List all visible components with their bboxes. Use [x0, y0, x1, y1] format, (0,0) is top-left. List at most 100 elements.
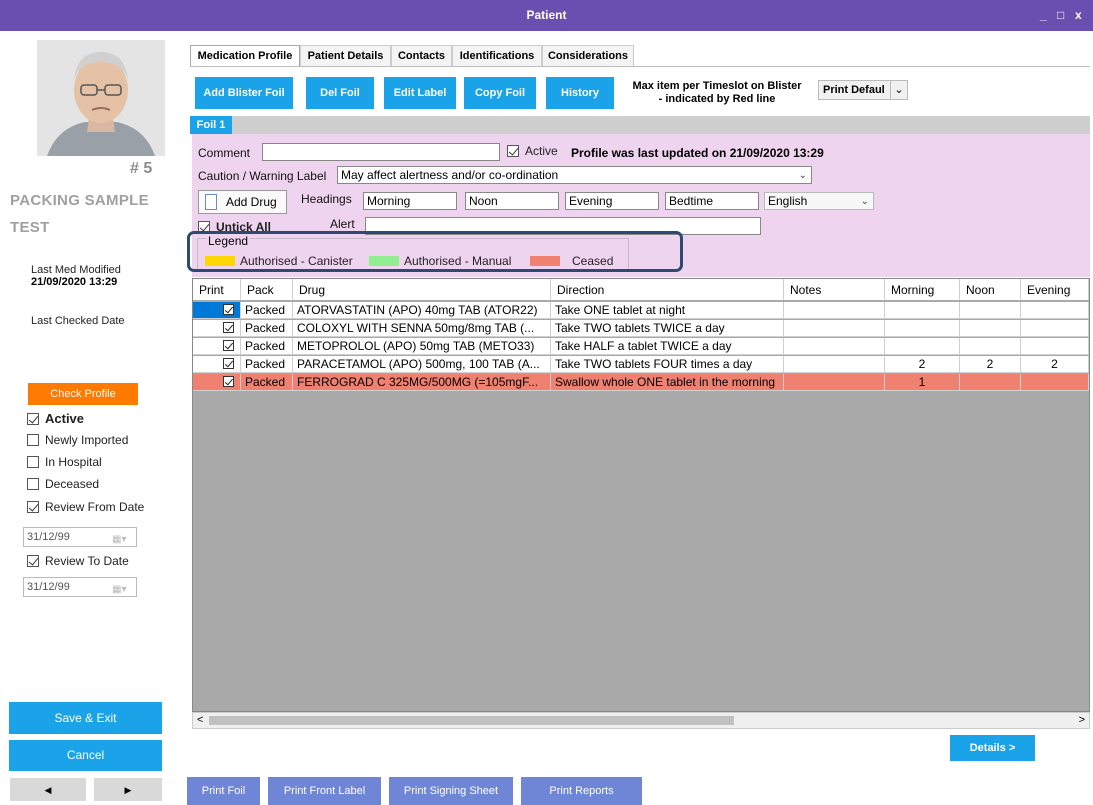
- noon-cell: [960, 320, 1021, 336]
- table-row[interactable]: Packed COLOXYL WITH SENNA 50mg/8mg TAB (…: [193, 320, 1089, 337]
- print-foil-button[interactable]: Print Foil: [187, 777, 260, 805]
- comment-input[interactable]: [262, 143, 500, 161]
- calendar-icon[interactable]: ▦▾: [112, 581, 130, 595]
- tab-considerations[interactable]: Considerations: [542, 45, 634, 66]
- comment-label: Comment: [198, 146, 251, 160]
- pack-cell: Packed: [241, 356, 293, 372]
- print-default-dropdown[interactable]: Print Defaul ⌄: [818, 80, 908, 100]
- profile-updated-text: Profile was last updated on 21/09/2020 1…: [571, 146, 824, 160]
- close-button[interactable]: x: [1075, 8, 1082, 22]
- pack-cell: Packed: [241, 320, 293, 336]
- language-dropdown[interactable]: English ⌄: [764, 192, 874, 210]
- scrollbar-thumb[interactable]: [209, 716, 734, 725]
- heading-bedtime-input[interactable]: Bedtime: [665, 192, 759, 210]
- history-button[interactable]: History: [546, 77, 614, 109]
- tab-identifications[interactable]: Identifications: [452, 45, 542, 66]
- horizontal-scrollbar[interactable]: < >: [192, 712, 1090, 729]
- tab-patient-details[interactable]: Patient Details: [300, 45, 391, 66]
- previous-patient-button[interactable]: ◀: [10, 778, 86, 801]
- tab-foil-1[interactable]: Foil 1: [190, 116, 232, 134]
- heading-noon-input[interactable]: Noon: [465, 192, 559, 210]
- tab-divider: [190, 66, 1090, 67]
- add-blister-foil-button[interactable]: Add Blister Foil: [195, 77, 293, 109]
- drug-cell: COLOXYL WITH SENNA 50mg/8mg TAB (...: [293, 320, 551, 336]
- foil-active-checkbox[interactable]: Active: [507, 144, 558, 158]
- direction-cell: Swallow whole ONE tablet in the morning: [551, 374, 784, 390]
- column-header-pack[interactable]: Pack: [241, 279, 293, 300]
- scroll-left-icon[interactable]: <: [197, 714, 203, 726]
- print-checkbox[interactable]: [193, 320, 241, 336]
- notes-cell: [784, 320, 885, 336]
- cancel-button[interactable]: Cancel: [9, 740, 162, 771]
- scroll-right-icon[interactable]: >: [1079, 714, 1085, 726]
- print-checkbox[interactable]: [193, 356, 241, 372]
- print-checkbox[interactable]: [193, 338, 241, 354]
- tab-contacts[interactable]: Contacts: [391, 45, 452, 66]
- del-foil-button[interactable]: Del Foil: [306, 77, 374, 109]
- patient-name-line1: PACKING SAMPLE: [10, 192, 149, 209]
- print-signing-sheet-button[interactable]: Print Signing Sheet: [389, 777, 513, 805]
- column-header-notes[interactable]: Notes: [784, 279, 885, 300]
- table-row-ceased[interactable]: Packed FERROGRAD C 325MG/500MG (=105mgF.…: [193, 374, 1089, 391]
- notes-cell: [784, 302, 885, 318]
- column-header-evening[interactable]: Evening: [1021, 279, 1089, 300]
- minimize-button[interactable]: _: [1040, 8, 1047, 22]
- notes-cell: [784, 338, 885, 354]
- edit-label-button[interactable]: Edit Label: [384, 77, 456, 109]
- column-header-morning[interactable]: Morning: [885, 279, 960, 300]
- evening-cell: [1021, 302, 1089, 318]
- column-header-print[interactable]: Print: [193, 279, 241, 300]
- morning-cell: [885, 338, 960, 354]
- arrow-left-icon: ◀: [44, 785, 52, 795]
- pack-cell: Packed: [241, 302, 293, 318]
- column-header-direction[interactable]: Direction: [551, 279, 784, 300]
- pack-cell: Packed: [241, 338, 293, 354]
- chevron-down-icon: ⌄: [860, 196, 869, 207]
- copy-foil-button[interactable]: Copy Foil: [464, 77, 536, 109]
- review-from-checkbox[interactable]: Review From Date: [27, 500, 144, 514]
- review-from-date-field[interactable]: 31/12/99 ▦▾: [23, 527, 137, 547]
- print-reports-button[interactable]: Print Reports: [521, 777, 642, 805]
- caution-dropdown[interactable]: May affect alertness and/or co-ordinatio…: [337, 166, 812, 184]
- evening-cell: [1021, 320, 1089, 336]
- review-to-checkbox[interactable]: Review To Date: [27, 554, 129, 568]
- column-header-noon[interactable]: Noon: [960, 279, 1021, 300]
- checkbox-icon: [27, 412, 39, 425]
- details-button[interactable]: Details >: [950, 735, 1035, 761]
- save-exit-button[interactable]: Save & Exit: [9, 702, 162, 734]
- deceased-checkbox[interactable]: Deceased: [27, 477, 99, 491]
- checkbox-icon: [223, 358, 234, 369]
- column-header-drug[interactable]: Drug: [293, 279, 551, 300]
- print-checkbox[interactable]: [193, 374, 241, 390]
- table-row[interactable]: Packed PARACETAMOL (APO) 500mg, 100 TAB …: [193, 356, 1089, 373]
- tab-medication-profile[interactable]: Medication Profile: [190, 45, 300, 66]
- table-row[interactable]: Packed ATORVASTATIN (APO) 40mg TAB (ATOR…: [193, 302, 1089, 319]
- calendar-icon[interactable]: ▦▾: [112, 531, 130, 545]
- checkbox-icon: [27, 478, 39, 490]
- last-checked-label: Last Checked Date: [31, 315, 125, 327]
- active-checkbox[interactable]: Active: [27, 411, 84, 426]
- max-item-note: Max item per Timeslot on Blister - indic…: [632, 80, 802, 105]
- in-hospital-checkbox[interactable]: In Hospital: [27, 455, 102, 469]
- check-profile-button[interactable]: Check Profile: [28, 383, 138, 405]
- morning-cell: [885, 320, 960, 336]
- heading-morning-input[interactable]: Morning: [363, 192, 457, 210]
- heading-evening-input[interactable]: Evening: [565, 192, 659, 210]
- print-checkbox[interactable]: [193, 302, 241, 318]
- chevron-down-icon: ⌄: [890, 81, 907, 99]
- add-drug-button[interactable]: Add Drug: [198, 190, 287, 214]
- patient-photo: [37, 40, 165, 156]
- direction-cell: Take ONE tablet at night: [551, 302, 784, 318]
- checkbox-icon: [27, 501, 39, 513]
- drug-cell: FERROGRAD C 325MG/500MG (=105mgF...: [293, 374, 551, 390]
- evening-cell: [1021, 338, 1089, 354]
- morning-cell: 2: [885, 356, 960, 372]
- next-patient-button[interactable]: ▶: [94, 778, 162, 801]
- maximize-button[interactable]: □: [1057, 8, 1064, 22]
- table-row[interactable]: Packed METOPROLOL (APO) 50mg TAB (METO33…: [193, 338, 1089, 355]
- morning-cell: [885, 302, 960, 318]
- review-to-date-field[interactable]: 31/12/99 ▦▾: [23, 577, 137, 597]
- print-front-label-button[interactable]: Print Front Label: [268, 777, 381, 805]
- newly-imported-checkbox[interactable]: Newly Imported: [27, 433, 128, 447]
- evening-cell: [1021, 374, 1089, 390]
